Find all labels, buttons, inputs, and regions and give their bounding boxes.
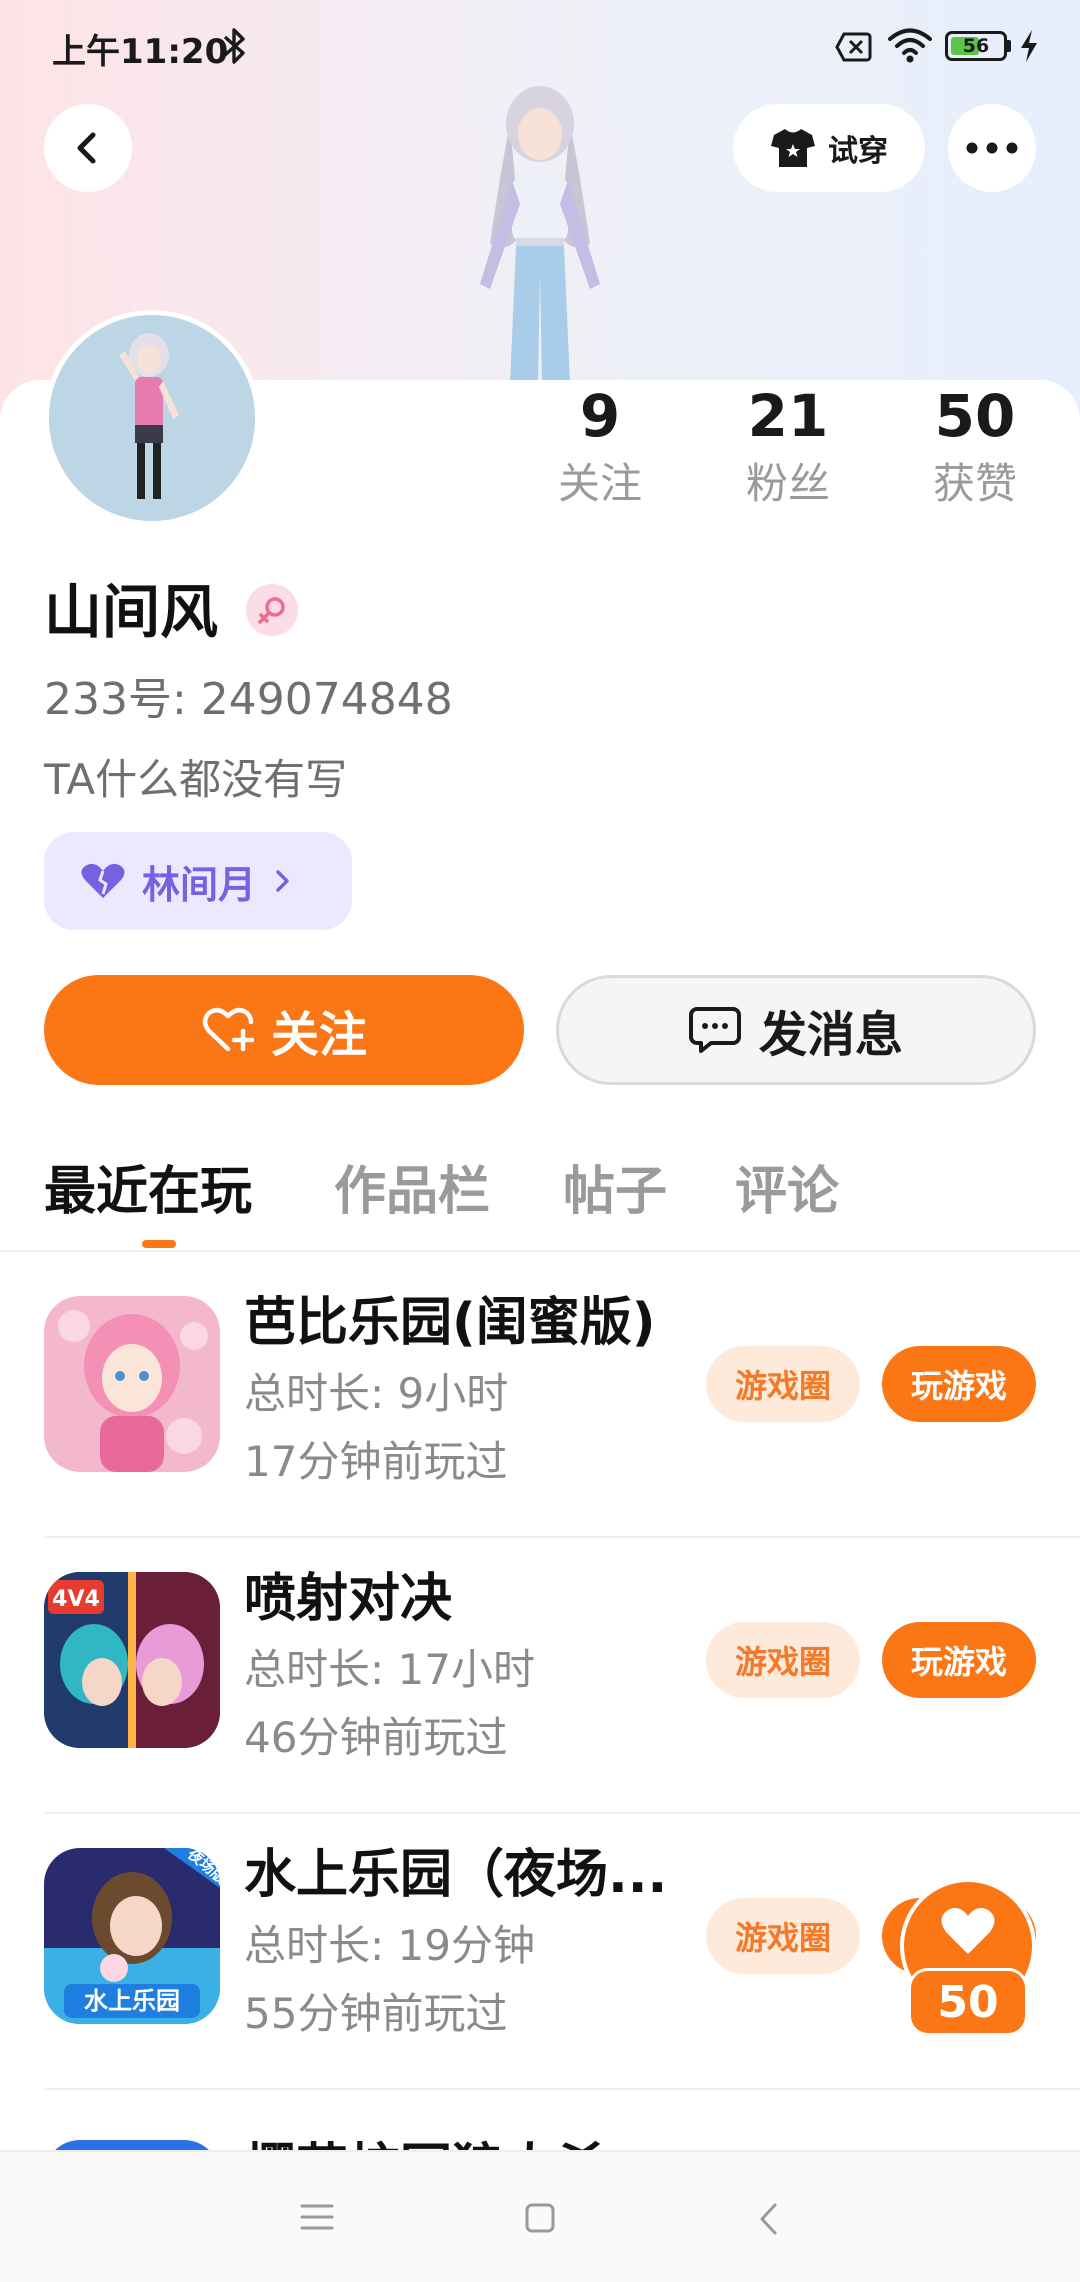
stat-label: 粉丝 — [745, 459, 830, 508]
battery-icon: 56 — [945, 31, 1007, 61]
battery-cap — [1007, 40, 1011, 52]
game-last-played: 17分钟前玩过 — [244, 1437, 508, 1486]
heart-icon — [81, 863, 125, 898]
game-title: 樱花校园狼人杀 — [244, 2134, 608, 2150]
stat-following[interactable]: 9 关注 — [520, 380, 680, 512]
game-circle-button[interactable]: 游戏圈 — [706, 1622, 860, 1698]
game-circle-button[interactable]: 游戏圈 — [706, 1346, 860, 1422]
send-message-button[interactable]: 发消息 — [556, 975, 1036, 1085]
like-count: 50 — [908, 1968, 1028, 2036]
stat-likes[interactable]: 50 获赞 — [895, 380, 1055, 512]
avatar[interactable] — [44, 310, 260, 526]
play-game-button[interactable]: 玩游戏 — [882, 1622, 1036, 1698]
game-icon-badge: 4V4 — [52, 1587, 100, 1612]
menu-icon[interactable] — [300, 2202, 334, 2232]
tab-works[interactable]: 作品栏 — [334, 1156, 490, 1228]
back-nav-icon[interactable] — [758, 2202, 780, 2236]
try-on-button[interactable]: 试穿 — [733, 104, 925, 192]
game-total-duration: 总时长: 17小时 — [244, 1645, 535, 1694]
status-time: 上午11:20 — [52, 32, 229, 72]
tab-posts[interactable]: 帖子 — [563, 1156, 667, 1228]
game-icon-water-park[interactable]: 夜场版 水上乐园 — [44, 1848, 220, 2024]
avatar-3d-figure — [480, 86, 600, 384]
user-id: 233号: 249074848 — [44, 674, 453, 725]
tabs-divider — [0, 1250, 1080, 1252]
cp-relation-tag[interactable]: 林间月 — [44, 832, 352, 930]
message-label: 发消息 — [758, 1007, 903, 1063]
game-title: 喷射对决 — [244, 1569, 453, 1629]
stat-followers[interactable]: 21 粉丝 — [708, 380, 868, 512]
chevron-right-icon — [276, 870, 289, 892]
active-tab-indicator — [142, 1240, 176, 1248]
follow-label: 关注 — [270, 1007, 367, 1063]
follow-button[interactable]: 关注 — [44, 975, 524, 1085]
status-bar: 上午11:20 56 — [0, 0, 1080, 96]
charging-icon — [1021, 30, 1037, 62]
heart-plus-icon — [202, 1007, 255, 1052]
battery-percent: 56 — [962, 35, 990, 57]
tab-recently-played[interactable]: 最近在玩 — [44, 1156, 252, 1228]
game-list-item[interactable]: 4V4 喷射对决 总时长: 17小时 46分钟前玩过 游戏圈 玩游戏 — [44, 1538, 1080, 1814]
female-gender-icon — [246, 584, 298, 636]
game-last-played: 55分钟前玩过 — [244, 1989, 508, 2038]
game-title: 芭比乐园(闺蜜版) — [244, 1293, 656, 1353]
stat-label: 获赞 — [932, 459, 1017, 508]
game-total-duration: 总时长: 19分钟 — [244, 1921, 535, 1970]
game-icon-label: 水上乐园 — [84, 1987, 180, 2015]
game-list-item[interactable]: 樱花校园狼人杀 — [44, 2090, 1080, 2150]
heart-icon — [941, 1908, 995, 1954]
cp-name: 林间月 — [142, 862, 257, 907]
game-total-duration: 总时长: 9小时 — [244, 1369, 509, 1418]
game-list-item[interactable]: 芭比乐园(闺蜜版) 总时长: 9小时 17分钟前玩过 游戏圈 玩游戏 — [44, 1262, 1080, 1538]
stat-value: 50 — [934, 382, 1016, 450]
chevron-left-icon — [77, 132, 96, 164]
back-button[interactable] — [44, 104, 132, 192]
system-navigation-bar — [0, 2150, 1080, 2282]
bluetooth-icon — [223, 28, 245, 64]
chat-bubble-icon — [688, 1007, 741, 1053]
tab-comments[interactable]: 评论 — [735, 1156, 839, 1228]
game-last-played: 46分钟前玩过 — [244, 1713, 508, 1762]
no-sim-icon — [835, 32, 872, 62]
stat-value: 9 — [579, 382, 621, 450]
avatar-illustration — [49, 315, 255, 521]
shirt-icon — [771, 129, 815, 167]
stat-value: 21 — [747, 382, 829, 450]
game-icon-jet-duel[interactable]: 4V4 — [44, 1572, 220, 1748]
more-dots-icon — [966, 142, 1018, 154]
try-on-label: 试穿 — [828, 134, 888, 169]
play-game-button[interactable]: 玩游戏 — [882, 1346, 1036, 1422]
more-options-button[interactable] — [948, 104, 1036, 192]
home-icon[interactable] — [524, 2202, 556, 2234]
game-title: 水上乐园（夜场... — [244, 1845, 668, 1905]
game-icon[interactable] — [44, 2140, 220, 2150]
game-circle-button[interactable]: 游戏圈 — [706, 1898, 860, 1974]
wifi-icon — [888, 28, 932, 63]
username: 山间风 — [44, 578, 219, 646]
stat-label: 关注 — [557, 459, 642, 508]
bio: TA什么都没有写 — [44, 755, 348, 804]
game-icon-barbie-park[interactable] — [44, 1296, 220, 1472]
